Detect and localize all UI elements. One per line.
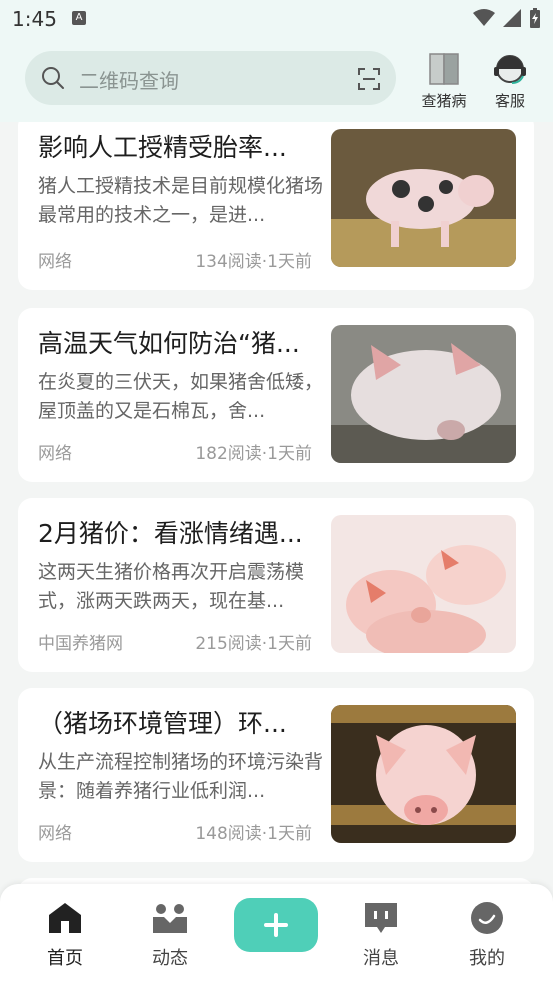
check-disease-button[interactable]: 查猪病 <box>414 48 474 111</box>
header: 二维码查询 查猪病 客服 <box>0 36 553 122</box>
article-thumbnail <box>331 705 516 843</box>
notification-icon: A <box>72 11 86 25</box>
check-disease-label: 查猪病 <box>421 92 467 110</box>
article-meta: 182阅读·1天前 <box>195 444 312 464</box>
profile-icon <box>452 898 522 938</box>
message-icon <box>346 898 416 938</box>
article-title: 高温天气如何防治“猪... <box>38 329 300 358</box>
tab-messages[interactable]: 消息 <box>346 898 416 970</box>
headset-icon <box>480 48 540 86</box>
home-icon <box>30 898 100 938</box>
search-icon <box>42 67 64 89</box>
article-summary: 从生产流程控制猪场的环境污染背景：随着养猪行业低利润... <box>38 751 324 802</box>
article-title: 影响人工授精受胎率... <box>38 133 287 162</box>
article-card[interactable]: 高温天气如何防治“猪... 在炎夏的三伏天，如果猪舍低矮，屋顶盖的又是石棉瓦，舍… <box>18 308 534 482</box>
article-title: 2月猪价：看涨情绪遇... <box>38 519 303 548</box>
article-source: 网络 <box>38 252 72 272</box>
signal-icon <box>503 9 521 27</box>
tab-mine-label: 我的 <box>469 948 505 969</box>
battery-icon <box>530 8 540 28</box>
article-source: 网络 <box>38 444 72 464</box>
add-button[interactable] <box>234 898 318 952</box>
status-bar: 1:45 A <box>0 0 553 36</box>
status-time: 1:45 <box>12 7 57 31</box>
article-summary: 这两天生猪价格再次开启震荡模式，涨两天跌两天，现在基... <box>38 561 305 612</box>
article-meta: 148阅读·1天前 <box>195 824 312 844</box>
status-icons <box>473 8 541 28</box>
article-source: 中国养猪网 <box>38 634 123 654</box>
article-meta: 134阅读·1天前 <box>195 252 312 272</box>
book-icon <box>414 48 474 86</box>
article-summary: 猪人工授精技术是目前规模化猪场最常用的技术之一，是进... <box>38 175 324 226</box>
tab-messages-label: 消息 <box>363 948 399 969</box>
tab-home-label: 首页 <box>47 948 83 969</box>
search-placeholder: 二维码查询 <box>79 69 179 93</box>
tab-home[interactable]: 首页 <box>30 898 100 970</box>
article-source: 网络 <box>38 824 72 844</box>
scan-icon[interactable] <box>358 68 380 90</box>
customer-service-label: 客服 <box>494 92 525 110</box>
article-title: （猪场环境管理）环... <box>38 709 287 738</box>
bottom-tab-bar: 首页 动态 消息 我的 <box>0 884 553 984</box>
article-summary: 在炎夏的三伏天，如果猪舍低矮，屋顶盖的又是石棉瓦，舍... <box>38 371 324 422</box>
article-meta: 215阅读·1天前 <box>195 634 312 654</box>
article-card[interactable]: 2月猪价：看涨情绪遇... 这两天生猪价格再次开启震荡模式，涨两天跌两天，现在基… <box>18 498 534 672</box>
article-thumbnail <box>331 325 516 463</box>
customer-service-button[interactable]: 客服 <box>480 48 540 111</box>
search-bar[interactable]: 二维码查询 <box>25 51 396 105</box>
wifi-icon <box>473 9 495 26</box>
tab-feed[interactable]: 动态 <box>135 898 205 970</box>
article-card[interactable]: （猪场环境管理）环... 从生产流程控制猪场的环境污染背景：随着养猪行业低利润.… <box>18 688 534 862</box>
people-icon <box>135 898 205 938</box>
article-card[interactable]: 影响人工授精受胎率... 猪人工授精技术是目前规模化猪场最常用的技术之一，是进.… <box>18 122 534 290</box>
article-feed[interactable]: 影响人工授精受胎率... 猪人工授精技术是目前规模化猪场最常用的技术之一，是进.… <box>0 122 553 884</box>
tab-mine[interactable]: 我的 <box>452 898 522 970</box>
article-thumbnail <box>331 515 516 653</box>
article-thumbnail <box>331 129 516 267</box>
tab-feed-label: 动态 <box>152 948 188 969</box>
plus-icon <box>264 913 288 937</box>
